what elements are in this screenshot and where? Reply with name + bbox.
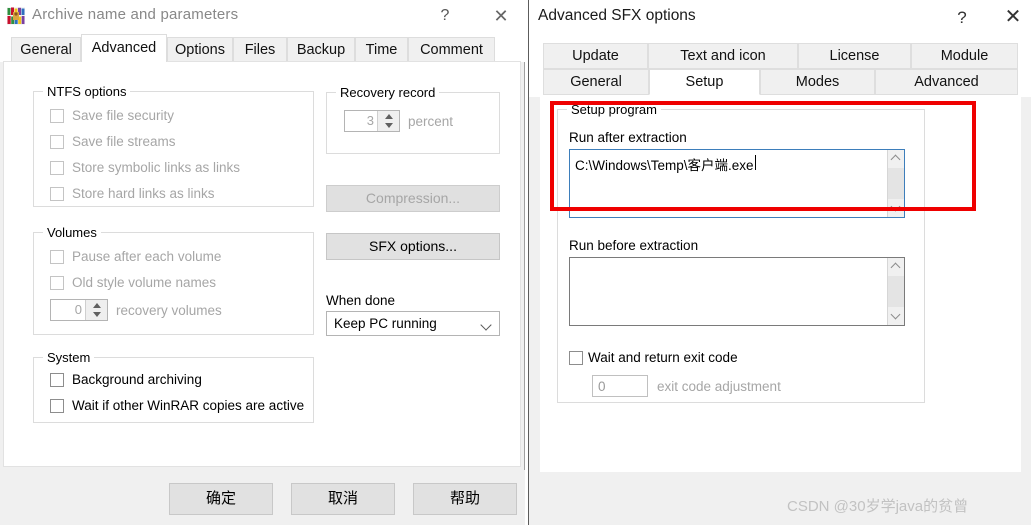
recovery-record-legend: Recovery record (336, 85, 440, 100)
advanced-tab-page: NTFS options Save file security Save fil… (3, 61, 521, 467)
tab-files[interactable]: Files (233, 37, 287, 62)
sfx-options-button[interactable]: SFX options... (326, 233, 500, 260)
setup-program-group: Setup program Run after extraction C:\Wi… (557, 102, 925, 403)
exit-code-adjustment-label: exit code adjustment (657, 379, 781, 394)
ntfs-options-legend: NTFS options (43, 84, 131, 99)
when-done-select[interactable]: Keep PC running (326, 311, 500, 336)
setup-program-legend: Setup program (567, 102, 661, 117)
archive-name-and-parameters-dialog: Archive name and parameters ? ✕ General … (0, 0, 525, 525)
recovery-volumes-stepper[interactable]: 0 (50, 299, 108, 321)
tab-text-and-icon[interactable]: Text and icon (648, 43, 798, 69)
tab-setup[interactable]: Setup (649, 69, 760, 95)
spin-up-icon[interactable] (384, 114, 393, 119)
scrollbar-vertical[interactable] (887, 258, 904, 325)
checkbox-label: Wait and return exit code (588, 350, 738, 365)
recovery-volumes-spin-buttons[interactable] (85, 300, 107, 320)
tab-comment[interactable]: Comment (408, 37, 495, 62)
tab-update[interactable]: Update (543, 43, 648, 69)
recovery-record-spin-buttons[interactable] (377, 111, 399, 131)
right-dialog-titlebar: Advanced SFX options ? ✕ (529, 0, 1031, 35)
recovery-volumes-value: 0 (74, 302, 82, 317)
checkbox-label: Save file security (72, 108, 175, 123)
checkbox-label: Store symbolic links as links (72, 160, 241, 175)
advanced-sfx-options-dialog: Advanced SFX options ? ✕ Update Text and… (528, 0, 1031, 525)
checkbox-box[interactable] (50, 109, 64, 123)
recovery-record-stepper[interactable]: 3 (344, 110, 400, 132)
compression-button[interactable]: Compression... (326, 185, 500, 212)
checkbox-box[interactable] (50, 161, 64, 175)
scrollbar-thumb[interactable] (888, 276, 904, 307)
scrollbar-thumb[interactable] (888, 168, 904, 199)
volumes-group: Volumes Pause after each volume Old styl… (33, 225, 314, 335)
checkbox-box[interactable] (50, 187, 64, 201)
chevron-up-icon[interactable] (892, 264, 900, 272)
exit-code-adjustment-value: 0 (598, 379, 606, 394)
help-button[interactable]: 帮助 (413, 483, 517, 515)
tab-advanced[interactable]: Advanced (875, 69, 1018, 95)
run-before-extraction-textarea[interactable] (569, 257, 905, 326)
volumes-legend: Volumes (43, 225, 101, 240)
system-group: System Background archiving Wait if othe… (33, 350, 314, 423)
spin-up-icon[interactable] (92, 303, 101, 308)
recovery-volumes-label: recovery volumes (116, 303, 222, 318)
chevron-down-icon[interactable] (892, 203, 900, 211)
tab-backup[interactable]: Backup (287, 37, 355, 62)
ok-button[interactable]: 确定 (169, 483, 273, 515)
recovery-record-group: Recovery record 3 percent (326, 85, 500, 154)
right-titlebar-close-button[interactable]: ✕ (994, 0, 1031, 35)
run-after-extraction-value: C:\Windows\Temp\客户端.exe (575, 158, 754, 173)
system-legend: System (43, 350, 95, 365)
left-dialog-button-bar: 确定 取消 帮助 (0, 470, 525, 525)
checkbox-label: Save file streams (72, 134, 176, 149)
tab-time[interactable]: Time (355, 37, 408, 62)
chevron-up-icon[interactable] (892, 156, 900, 164)
screen: Archive name and parameters ? ✕ General … (0, 0, 1031, 525)
checkbox-box[interactable] (569, 351, 583, 365)
when-done-value: Keep PC running (334, 316, 437, 331)
chevron-down-icon[interactable] (482, 321, 491, 330)
checkbox-label: Background archiving (72, 372, 202, 387)
exit-code-adjustment-input[interactable]: 0 (592, 375, 648, 397)
left-titlebar-help-button[interactable]: ? (422, 0, 468, 32)
csdn-watermark: CSDN @30岁学java的贫曾 (787, 498, 969, 515)
left-titlebar-close-button[interactable]: ✕ (478, 0, 524, 32)
tab-options[interactable]: Options (167, 37, 233, 62)
text-caret (754, 155, 756, 170)
checkbox-label: Old style volume names (72, 275, 217, 290)
right-dialog-tabstrip: Update Text and icon License Module Gene… (529, 35, 1031, 97)
checkbox-box[interactable] (50, 399, 64, 413)
checkbox-box[interactable] (50, 276, 64, 290)
recovery-record-value: 3 (366, 113, 374, 128)
checkbox-box[interactable] (50, 373, 64, 387)
left-dialog-tabstrip: General Advanced Options Files Backup Ti… (0, 32, 525, 62)
checkbox-label: Store hard links as links (72, 186, 215, 201)
scrollbar-vertical[interactable] (887, 150, 904, 217)
left-dialog-titlebar: Archive name and parameters ? ✕ (0, 0, 525, 32)
when-done-label: When done (326, 293, 396, 308)
checkbox-label: Wait if other WinRAR copies are active (72, 398, 305, 413)
tab-general[interactable]: General (11, 37, 81, 62)
run-before-extraction-label: Run before extraction (569, 238, 699, 253)
left-dialog-title: Archive name and parameters (32, 6, 239, 23)
tab-advanced[interactable]: Advanced (81, 34, 167, 62)
run-after-extraction-textarea[interactable]: C:\Windows\Temp\客户端.exe (569, 149, 905, 218)
tab-modes[interactable]: Modes (760, 69, 875, 95)
spin-down-icon[interactable] (92, 312, 101, 317)
recovery-record-unit-label: percent (408, 114, 454, 129)
tab-license[interactable]: License (798, 43, 911, 69)
checkbox-box[interactable] (50, 250, 64, 264)
spin-down-icon[interactable] (384, 123, 393, 128)
chevron-down-icon[interactable] (892, 311, 900, 319)
right-dialog-title: Advanced SFX options (538, 7, 696, 24)
ntfs-options-group: NTFS options Save file security Save fil… (33, 84, 314, 207)
checkbox-label: Pause after each volume (72, 249, 222, 264)
cancel-button[interactable]: 取消 (291, 483, 395, 515)
winrar-books-icon (7, 7, 25, 25)
checkbox-box[interactable] (50, 135, 64, 149)
run-after-extraction-label: Run after extraction (569, 130, 687, 145)
tab-module[interactable]: Module (911, 43, 1018, 69)
right-titlebar-help-button[interactable]: ? (941, 0, 983, 35)
tab-general[interactable]: General (543, 69, 649, 95)
setup-tab-page: Setup program Run after extraction C:\Wi… (540, 97, 1021, 472)
